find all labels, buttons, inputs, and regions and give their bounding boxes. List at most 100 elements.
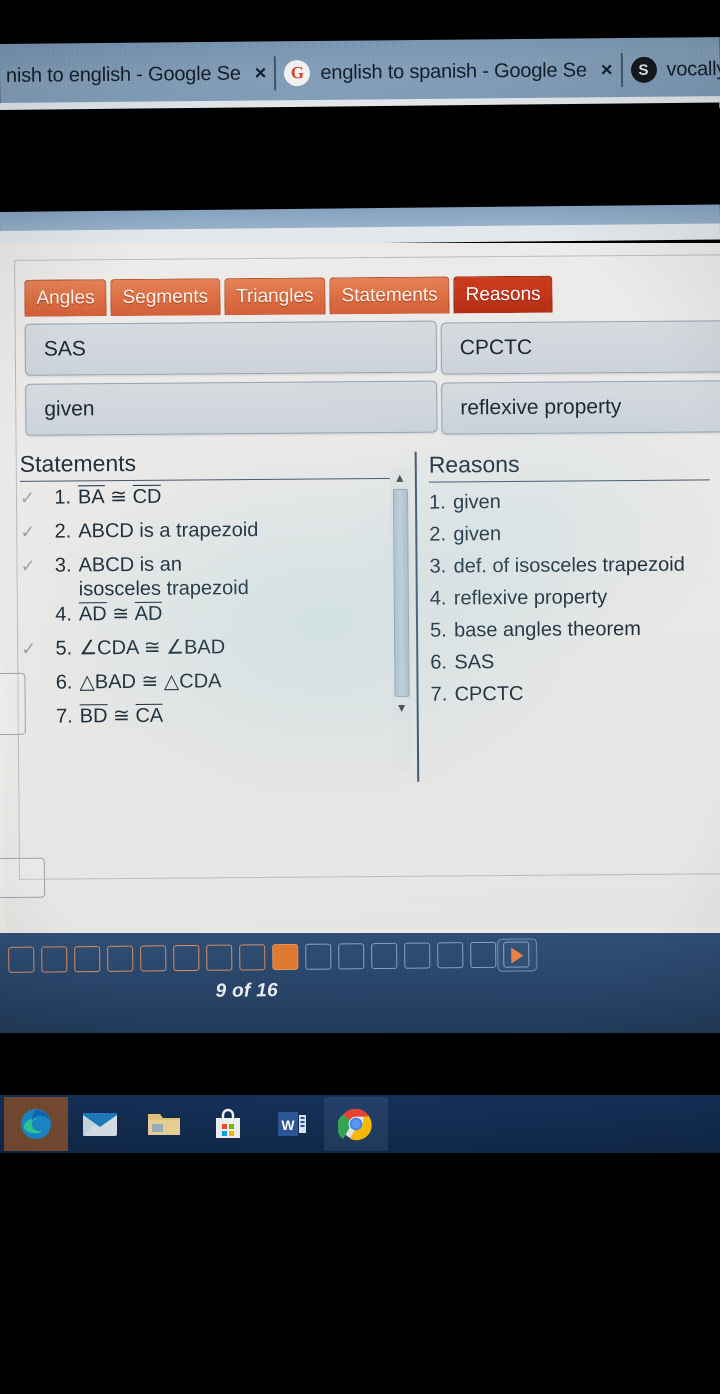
check-icon: ✓ <box>19 487 36 508</box>
page-indicator-5[interactable] <box>140 945 167 972</box>
chrome-icon[interactable] <box>324 1097 388 1151</box>
microsoft-store-icon[interactable] <box>196 1097 260 1151</box>
mail-icon[interactable] <box>68 1097 132 1151</box>
tab-angles[interactable]: Angles <box>24 279 107 317</box>
file-explorer-icon[interactable] <box>132 1097 196 1151</box>
pagination-bar: 9 of 16 <box>0 933 720 1033</box>
close-icon[interactable]: × <box>255 62 267 85</box>
google-icon: G <box>284 60 311 87</box>
page-indicator-12[interactable] <box>371 942 398 970</box>
page-indicator-15[interactable] <box>470 941 497 969</box>
page-indicator-9[interactable] <box>272 943 299 971</box>
page-indicator-4[interactable] <box>107 945 134 972</box>
reason-row[interactable]: 1. given <box>429 484 710 518</box>
reason-row[interactable]: 3. def. of isosceles trapezoid <box>429 548 710 582</box>
reason-text: given <box>452 490 501 513</box>
statement-row[interactable]: 6. △BAD ≅ △CDA <box>21 668 411 705</box>
statement-number: 1. <box>54 486 72 509</box>
statement-row[interactable]: ✓ 2. ABCD is a trapezoid <box>20 517 410 554</box>
statement-row[interactable]: ✓ 5. ∠CDA ≅ ∠BAD <box>21 634 411 671</box>
proof-table: Statements ✓ 1. BA ≅ CD ✓ 2. ABCD is a trapez… <box>19 445 713 790</box>
answer-bank-card-reflexive[interactable]: reflexive property <box>441 379 720 435</box>
statement-row[interactable]: ✓ 3. ABCD is an isosceles trapezoid <box>20 551 410 603</box>
screen-artifact-band <box>0 102 720 218</box>
page-counter: 9 of 16 <box>215 980 279 1002</box>
page-indicator-6[interactable] <box>173 944 200 972</box>
statements-scrollbar[interactable]: ▲ ▼ <box>389 469 413 772</box>
statement-text: BD ≅ CA <box>79 703 164 728</box>
reason-number: 2. <box>429 523 447 546</box>
reason-row[interactable]: 5. base angles theorem <box>430 612 711 646</box>
edge-icon[interactable] <box>4 1097 68 1151</box>
pagination-inner: 9 of 16 <box>0 933 720 1033</box>
page-indicator-2[interactable] <box>41 946 68 973</box>
category-tab-bar: Angles Segments Triangles Statements Rea… <box>24 275 553 317</box>
reason-text: base angles theorem <box>453 617 641 641</box>
offscreen-answer-slot[interactable] <box>0 857 46 899</box>
reason-row[interactable]: 6. SAS <box>430 644 711 678</box>
statement-row[interactable]: 4. AD ≅ AD <box>21 600 411 637</box>
tab-label: Triangles <box>236 285 314 308</box>
page-indicator-1[interactable] <box>8 946 35 973</box>
reason-text: SAS <box>454 650 495 673</box>
page-indicator-8[interactable] <box>239 944 266 971</box>
statement-number: 4. <box>55 603 73 626</box>
answer-bank-card-sas[interactable]: SAS <box>24 320 438 376</box>
answer-bank-card-cpctc[interactable]: CPCTC <box>440 319 720 375</box>
statement-text: BA ≅ CD <box>77 484 162 509</box>
scrollbar-thumb[interactable] <box>392 488 410 697</box>
reason-number: 3. <box>429 555 447 578</box>
tab-statements[interactable]: Statements <box>329 276 450 315</box>
scroll-up-icon[interactable]: ▲ <box>394 470 406 486</box>
answer-bank-label: CPCTC <box>459 335 533 360</box>
tab-reasons[interactable]: Reasons <box>453 275 553 314</box>
statement-row[interactable]: 7. BD ≅ CA <box>22 702 412 739</box>
page-indicator-3[interactable] <box>74 945 101 973</box>
statements-column: Statements ✓ 1. BA ≅ CD ✓ 2. ABCD is a trapez… <box>19 447 412 739</box>
reason-text: given <box>453 522 502 545</box>
browser-tab-1[interactable]: G english to spanish - Google Se × <box>278 38 619 105</box>
statement-text: ABCD is a trapezoid <box>78 518 259 543</box>
reason-number: 7. <box>430 683 448 706</box>
reason-number: 6. <box>430 651 448 674</box>
reason-row[interactable]: 4. reflexive property <box>430 580 711 614</box>
reason-row[interactable]: 7. CPCTC <box>430 676 711 710</box>
tab-separator <box>274 56 277 91</box>
tab-segments[interactable]: Segments <box>110 278 221 317</box>
page-indicator-10[interactable] <box>305 943 332 970</box>
check-icon: ✓ <box>21 638 37 659</box>
browser-tab-title: vocally <box>666 57 720 81</box>
svg-text:W: W <box>281 1117 295 1133</box>
answer-bank-card-given[interactable]: given <box>25 380 438 436</box>
browser-tab-0[interactable]: nish to english - Google Se × <box>0 41 273 108</box>
page-indicator-14[interactable] <box>437 942 464 969</box>
browser-tab-title: nish to english - Google Se <box>5 62 241 87</box>
page-indicator-7[interactable] <box>206 944 233 971</box>
reason-number: 4. <box>429 587 447 610</box>
reason-text: reflexive property <box>453 585 608 609</box>
next-page-button[interactable] <box>497 938 538 972</box>
scroll-down-icon[interactable]: ▼ <box>396 700 408 716</box>
page-indicator-13[interactable] <box>404 942 431 969</box>
exercise-page: Angles Segments Triangles Statements Rea… <box>0 243 720 933</box>
reason-number: 1. <box>428 491 446 514</box>
lower-black-band <box>0 1033 720 1095</box>
statement-number: 2. <box>54 520 72 543</box>
tab-triangles[interactable]: Triangles <box>223 277 326 316</box>
tab-separator <box>620 53 623 88</box>
statement-number: 7. <box>55 705 73 728</box>
page-indicator-list <box>8 941 530 973</box>
word-icon[interactable]: W <box>260 1097 324 1151</box>
statement-row[interactable]: ✓ 1. BA ≅ CD <box>20 483 410 520</box>
statement-text: ABCD is an isosceles trapezoid <box>78 553 249 601</box>
check-placeholder <box>21 602 45 604</box>
close-icon[interactable]: × <box>601 59 613 82</box>
statement-text: ∠CDA ≅ ∠BAD <box>79 636 226 660</box>
page-indicator-11[interactable] <box>338 943 365 970</box>
reason-row[interactable]: 2. given <box>429 516 710 550</box>
browser-tab-2[interactable]: S vocally <box>624 37 720 102</box>
page-surface: Angles Segments Triangles Statements Rea… <box>0 243 720 933</box>
answer-bank-label: reflexive property <box>460 395 622 420</box>
statement-number: 3. <box>54 554 72 577</box>
answer-bank-label: SAS <box>43 337 86 361</box>
